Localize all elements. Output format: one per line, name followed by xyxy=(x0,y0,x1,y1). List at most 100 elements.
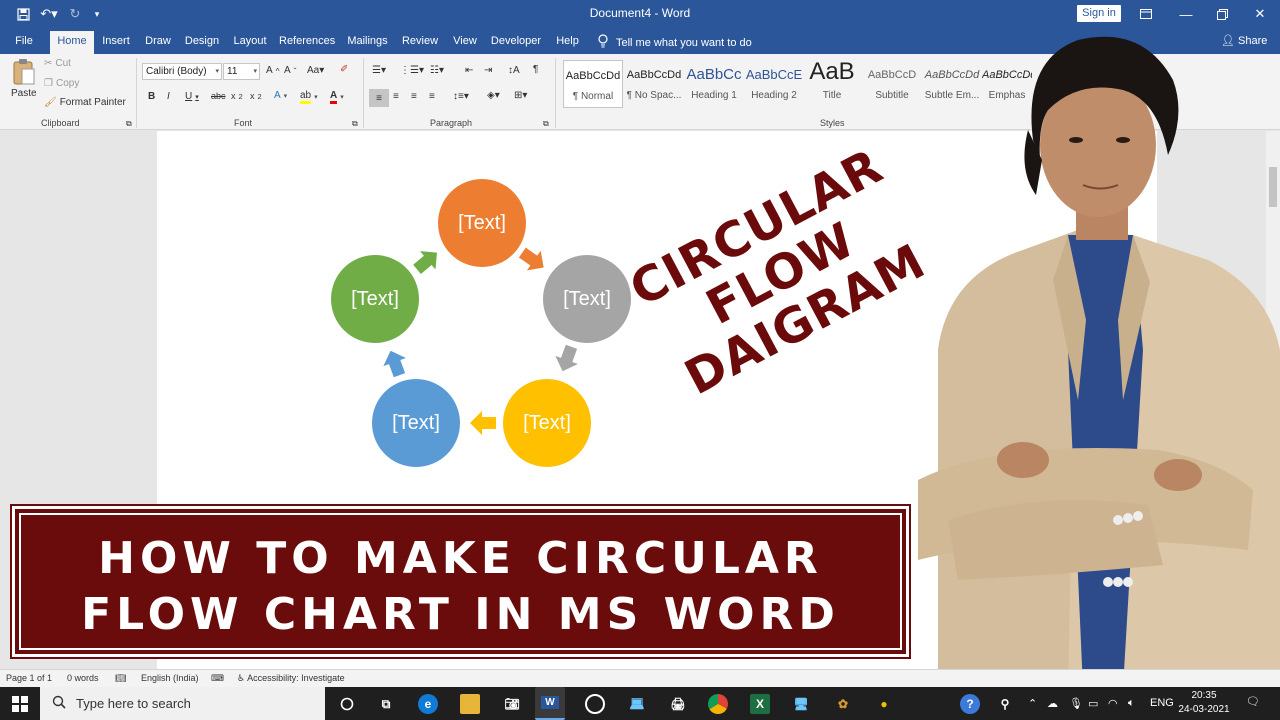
camera-icon[interactable]: 📷︎ xyxy=(502,694,522,714)
strikethrough-icon[interactable]: abc xyxy=(211,91,226,101)
volume-icon[interactable]: 🔈︎ xyxy=(1128,697,1135,710)
tab-help[interactable]: Help xyxy=(553,33,582,54)
paste-button[interactable]: Paste xyxy=(11,58,37,99)
superscript-icon[interactable]: x2 xyxy=(250,91,262,101)
microphone-icon[interactable]: 🎙︎ xyxy=(1069,697,1083,710)
chrome-icon[interactable] xyxy=(708,694,728,714)
excel-icon[interactable]: X xyxy=(750,694,770,714)
cycle-node[interactable]: [Text] xyxy=(438,179,526,267)
tell-me-search[interactable]: Tell me what you want to do xyxy=(598,34,752,51)
justify-icon[interactable]: ≡ xyxy=(429,91,435,102)
tab-view[interactable]: View xyxy=(450,33,480,54)
track-changes-icon[interactable]: ⌨ xyxy=(211,673,224,684)
font-launcher-icon[interactable]: ⧉ xyxy=(352,119,358,129)
clear-formatting-icon[interactable]: ✐ xyxy=(340,64,348,75)
font-color-icon[interactable]: A ▾ xyxy=(330,90,344,104)
page-count[interactable]: Page 1 of 1 xyxy=(6,673,52,683)
font-size-select[interactable]: 11 ▾ xyxy=(223,63,260,80)
task-view-icon[interactable]: ⧉ xyxy=(376,694,396,714)
align-right-icon[interactable]: ≡ xyxy=(411,91,417,102)
borders-icon[interactable]: ⊞▾ xyxy=(514,90,527,101)
bullets-icon[interactable]: ☰▾ xyxy=(372,65,386,76)
clipboard-icon xyxy=(13,59,35,85)
change-case-icon[interactable]: Aa▾ xyxy=(307,65,324,76)
bold-icon[interactable]: B xyxy=(148,91,155,102)
cycle-node[interactable]: [Text] xyxy=(543,255,631,343)
tray-expand-icon[interactable]: ⌃ xyxy=(1028,697,1037,710)
paste-label: Paste xyxy=(11,88,37,99)
battery-icon[interactable]: ▭ xyxy=(1088,697,1098,710)
app-icon[interactable]: ● xyxy=(874,694,894,714)
cloud-icon[interactable]: ☁ xyxy=(1047,697,1058,710)
align-center-icon[interactable]: ≡ xyxy=(393,91,399,102)
sort-icon[interactable]: ↕A xyxy=(508,65,520,76)
tab-review[interactable]: Review xyxy=(400,33,440,54)
italic-icon[interactable]: I xyxy=(167,91,170,102)
align-left-icon[interactable]: ≡ xyxy=(369,89,389,107)
increase-indent-icon[interactable]: ⇥ xyxy=(484,65,492,76)
word-taskbar-icon[interactable]: W xyxy=(535,687,565,720)
laptop-icon[interactable]: 💻︎ xyxy=(627,694,647,714)
line-spacing-icon[interactable]: ↕≡▾ xyxy=(453,91,469,102)
style-subtitle[interactable]: AaBbCcD Subtitle xyxy=(862,60,922,108)
tab-file[interactable]: File xyxy=(8,33,40,54)
obs-icon[interactable] xyxy=(585,694,605,714)
highlight-icon[interactable]: ab ▾ xyxy=(300,90,318,104)
tab-draw[interactable]: Draw xyxy=(142,33,174,54)
style-normal[interactable]: AaBbCcDd ¶ Normal xyxy=(563,60,623,108)
wifi-icon[interactable]: ◠ xyxy=(1108,697,1118,710)
numbering-icon[interactable]: ⋮☰▾ xyxy=(400,65,424,76)
copy-button[interactable]: ❐ Copy xyxy=(44,78,79,89)
windows-start-icon[interactable] xyxy=(10,694,30,714)
style-heading-2[interactable]: AaBbCcE Heading 2 xyxy=(744,60,804,108)
printer-icon[interactable]: 🖨︎ xyxy=(668,694,688,714)
proofing-icon[interactable]: 📖︎ xyxy=(115,673,126,684)
accessibility-status[interactable]: ♿︎ Accessibility: Investigate xyxy=(237,673,345,684)
tab-developer[interactable]: Developer xyxy=(489,33,543,54)
tab-insert[interactable]: Insert xyxy=(99,33,133,54)
tab-home[interactable]: Home xyxy=(50,31,94,54)
people-icon[interactable]: ⚲ xyxy=(995,694,1015,714)
shading-icon[interactable]: ◈▾ xyxy=(487,90,500,101)
help-icon[interactable]: ? xyxy=(960,694,980,714)
style-preview: AaBbCc xyxy=(686,66,742,83)
cortana-icon[interactable] xyxy=(337,694,357,714)
cut-button[interactable]: ✂ Cut xyxy=(44,58,71,69)
language-indicator[interactable]: English (India) xyxy=(141,673,199,683)
style-heading-1[interactable]: AaBbCc Heading 1 xyxy=(684,60,744,108)
paragraph-launcher-icon[interactable]: ⧉ xyxy=(543,119,549,129)
notification-icon[interactable]: 🗨︎ xyxy=(1246,695,1260,708)
decrease-indent-icon[interactable]: ⇤ xyxy=(465,65,473,76)
format-painter-button[interactable]: 🖌︎ Format Painter xyxy=(44,97,126,108)
clock[interactable]: 20:35 24-03-2021 xyxy=(1176,689,1232,717)
cycle-node[interactable]: [Text] xyxy=(372,379,460,467)
grow-font-icon[interactable]: A ^ xyxy=(266,65,280,76)
language-tray[interactable]: ENG xyxy=(1150,697,1174,709)
cycle-node[interactable]: [Text] xyxy=(503,379,591,467)
clipboard-launcher-icon[interactable]: ⧉ xyxy=(126,119,132,129)
style-no-spacing[interactable]: AaBbCcDd ¶ No Spac... xyxy=(624,60,684,108)
app-icon[interactable]: ✿ xyxy=(833,694,853,714)
subscript-icon[interactable]: x2 xyxy=(231,91,243,101)
multilevel-list-icon[interactable]: ☷▾ xyxy=(430,65,444,76)
taskbar-search[interactable]: Type here to search xyxy=(40,687,325,720)
shrink-font-icon[interactable]: Aˇ xyxy=(284,65,296,76)
word-count[interactable]: 0 words xyxy=(67,673,99,683)
style-name: Heading 1 xyxy=(691,90,737,101)
show-formatting-icon[interactable]: ¶ xyxy=(533,64,538,75)
monitor-icon[interactable]: 🖥︎ xyxy=(791,694,811,714)
tab-design[interactable]: Design xyxy=(183,33,221,54)
text-effects-icon[interactable]: A ▾ xyxy=(274,90,287,101)
tab-mailings[interactable]: Mailings xyxy=(344,33,391,54)
styles-group-label: Styles xyxy=(820,118,845,128)
cycle-node[interactable]: [Text] xyxy=(331,255,419,343)
style-preview: AaBbCcDd xyxy=(626,69,682,81)
style-title[interactable]: AaB Title xyxy=(802,60,862,108)
underline-icon[interactable]: U ▾ xyxy=(185,91,199,102)
tab-references[interactable]: References xyxy=(279,33,335,54)
font-family-select[interactable]: Calibri (Body) ▾ xyxy=(142,63,222,80)
file-explorer-icon[interactable] xyxy=(460,694,480,714)
search-placeholder: Type here to search xyxy=(76,696,191,711)
edge-icon[interactable]: e xyxy=(418,694,438,714)
tab-layout[interactable]: Layout xyxy=(231,33,269,54)
